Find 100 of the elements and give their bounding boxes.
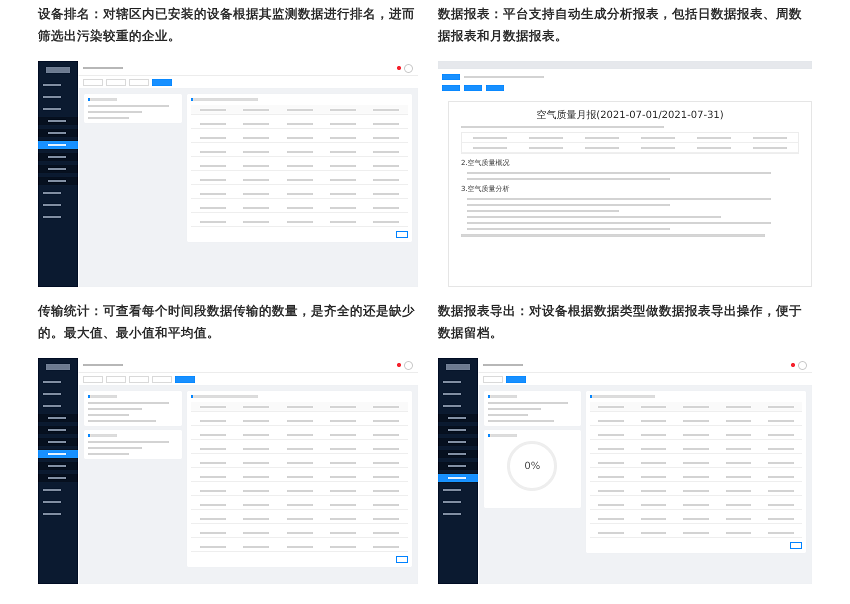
blurred-text-line [200,448,226,450]
blurred-text-line [768,490,794,492]
button[interactable] [442,74,460,80]
blurred-text-line [640,448,666,450]
blurred-text-line [286,504,313,506]
card-heading-line [191,395,258,398]
blurred-text-line [697,136,731,138]
blurred-text-line [598,504,624,506]
blurred-text-line [286,462,313,464]
blurred-text-line [640,518,666,520]
blurred-text-line [641,136,675,138]
blurred-text-line [585,136,619,138]
blurred-text-line [200,518,226,520]
blurred-text-line [768,434,794,436]
menu-item[interactable] [38,165,78,173]
blurred-text-line [330,490,356,492]
blurred-text-line [200,546,226,548]
blurred-text-line [683,476,709,478]
menu-item[interactable] [38,414,78,422]
card-heading-line [590,395,656,398]
feature-description: 传输统计：可查看每个时间段数据传输的数量，是齐全的还是缺少的。最大值、最小值和平均值。 [38,302,416,342]
menu-item[interactable] [438,450,478,458]
pager-button[interactable] [396,231,408,238]
tab[interactable] [506,376,526,382]
blurred-text-line [200,420,226,422]
menu-item[interactable] [438,438,478,446]
tab[interactable] [152,78,172,86]
pager-button[interactable] [790,542,802,549]
menu-item[interactable] [38,426,78,434]
blurred-text-line [330,532,356,534]
blurred-text-line [641,146,675,148]
blurred-text-line [330,518,356,520]
menu-item[interactable] [38,129,78,137]
menu-item[interactable] [438,462,478,470]
button[interactable] [464,84,482,90]
menu-item[interactable] [438,474,478,482]
blurred-text-line [373,192,400,194]
notification-dot [791,363,795,367]
blurred-text-line [373,164,400,166]
menu-item[interactable] [38,117,78,125]
blurred-text-line [683,420,709,422]
blurred-text-line [200,150,226,152]
blurred-text-line [330,220,356,222]
blurred-text-line [88,420,156,422]
blurred-text-line [286,490,313,492]
menu-item[interactable] [38,153,78,161]
blurred-text-line [330,178,356,180]
blurred-text-line [683,462,709,464]
blurred-text-line [286,164,313,166]
blurred-text-line [200,532,226,534]
blurred-text-line [330,206,356,208]
blurred-text-line [726,406,752,408]
tab[interactable] [175,376,195,382]
blurred-text-line [286,122,313,124]
button[interactable] [486,84,504,90]
menu-item[interactable] [38,450,78,458]
blurred-text-line [683,518,709,520]
blurred-text-line [243,108,270,110]
menu-item[interactable] [38,438,78,446]
blurred-text-line [373,136,400,138]
blurred-text-line [598,518,624,520]
menu-item[interactable] [38,141,78,149]
blurred-text-line [330,476,356,478]
blurred-text-line [243,420,270,422]
blurred-text-line [200,108,226,110]
blurred-text-line [200,490,226,492]
blurred-text-line [640,532,666,534]
blurred-text-line [598,420,624,422]
blurred-text-line [768,518,794,520]
blurred-text-line [726,448,752,450]
blurred-text-line [768,448,794,450]
blurred-text-line [243,518,270,520]
blurred-text-line [200,462,226,464]
menu-item[interactable] [38,462,78,470]
blurred-text-line [243,434,270,436]
blurred-text-line [640,406,666,408]
blurred-text-line [286,220,313,222]
blurred-text-line [640,462,666,464]
blurred-text-line [598,448,624,450]
blurred-text-line [88,111,142,113]
blurred-text-line [286,150,313,152]
blurred-text-line [373,122,400,124]
menu-item[interactable] [38,177,78,185]
menu-item[interactable] [438,426,478,434]
button[interactable] [442,84,460,90]
blurred-text-line [373,532,400,534]
blurred-text-line [200,136,226,138]
blurred-text-line [200,220,226,222]
blurred-text-line [200,164,226,166]
blurred-text-line [243,220,270,222]
blurred-text-line [243,532,270,534]
menu-item[interactable] [438,414,478,422]
blurred-text-line [488,420,554,422]
menu-item[interactable] [38,474,78,482]
blurred-text-line [330,136,356,138]
blurred-text-line [83,364,123,366]
blurred-text-line [286,192,313,194]
pager-button[interactable] [396,556,408,563]
blurred-text-line [330,150,356,152]
blurred-text-line [488,414,528,416]
